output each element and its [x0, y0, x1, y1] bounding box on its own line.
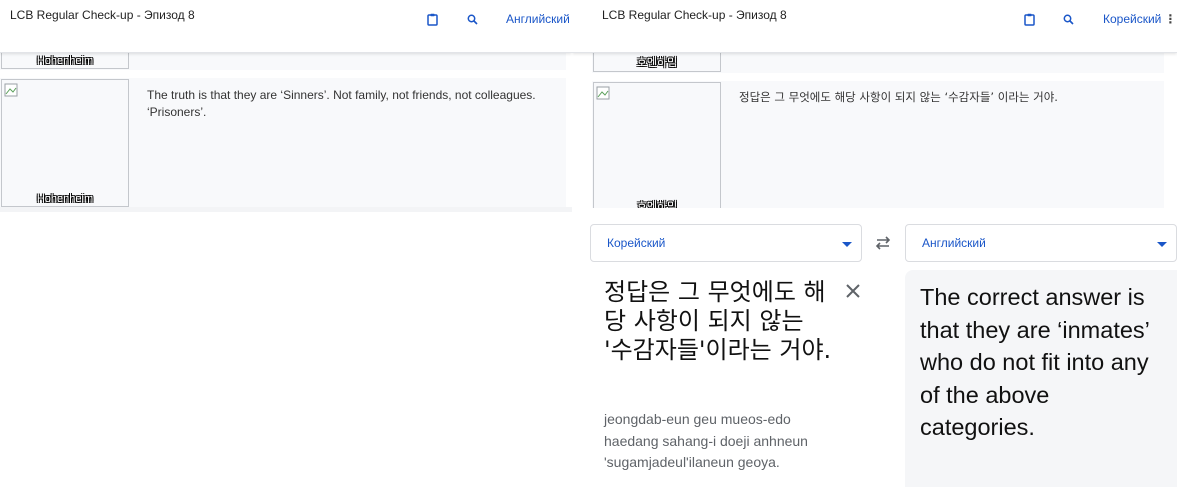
target-language-label: Английский	[922, 236, 986, 250]
transliteration-text: jeongdab-eun geu mueos-edo haedang sahan…	[604, 411, 808, 470]
language-label: Корейский	[1103, 12, 1162, 26]
source-text[interactable]: 정답은 그 무엇에도 해당 사항이 되지 않는 '수감자들'이라는 거야.	[604, 278, 834, 365]
character-caption: Hohenheim	[36, 55, 94, 67]
broken-image-icon	[596, 86, 610, 100]
character-thumbnail: Hohenheim	[1, 79, 129, 207]
language-menu[interactable]: Английский⋮	[506, 12, 572, 26]
more-vertical-icon[interactable]: ⋮	[1164, 12, 1176, 26]
broken-image-icon	[4, 83, 18, 97]
dialogue-text: 정답은 그 무엇에도 해당 사항이 되지 않는 ‘수감자들’ 이라는 거야.	[739, 90, 1058, 104]
right-top-bar: LCB Regular Check-up - Эпизод 8 Корейски…	[572, 0, 1177, 53]
chevron-down-icon	[842, 242, 852, 247]
left-top-bar: LCB Regular Check-up - Эпизод 8 Английск…	[0, 0, 572, 53]
language-label: Английский	[506, 12, 570, 26]
episode-title: LCB Regular Check-up - Эпизод 8	[602, 8, 787, 22]
clipboard-icon[interactable]	[424, 11, 440, 27]
target-language-select[interactable]: Английский	[905, 224, 1177, 262]
swap-icon[interactable]	[874, 235, 892, 251]
character-caption: Hohenheim	[36, 193, 94, 205]
translation-text: The correct answer is that they are ‘inm…	[920, 284, 1150, 440]
source-language-label: Корейский	[607, 236, 666, 250]
line-row: Hohenheim	[0, 41, 566, 70]
character-caption: 호엔하임	[636, 57, 678, 69]
language-menu[interactable]: Корейский ⋮	[1103, 12, 1176, 26]
left-reader-pane: LCB Regular Check-up - Эпизод 8 Английск…	[0, 0, 572, 212]
translator-panel: Корейский Английский 정답은 그 무엇에도 해당 사항이 되…	[572, 208, 1177, 487]
line-row: 호엔하임	[592, 41, 1164, 73]
character-thumbnail: 호엔하임	[593, 82, 721, 212]
close-icon[interactable]	[844, 282, 862, 300]
dialogue-text: The truth is that they are ‘Sinners’. No…	[147, 88, 536, 119]
search-icon[interactable]	[1060, 11, 1076, 27]
clipboard-icon[interactable]	[1021, 11, 1037, 27]
divider	[0, 207, 572, 212]
source-language-select[interactable]: Корейский	[590, 224, 862, 262]
right-reader-pane: LCB Regular Check-up - Эпизод 8 Корейски…	[572, 0, 1177, 212]
episode-title: LCB Regular Check-up - Эпизод 8	[10, 8, 195, 22]
search-icon[interactable]	[464, 11, 480, 27]
line-row: 호엔하임 정답은 그 무엇에도 해당 사항이 되지 않는 ‘수감자들’ 이라는 …	[592, 81, 1164, 212]
translation-output: The correct answer is that they are ‘inm…	[905, 270, 1177, 487]
line-row: Hohenheim The truth is that they are ‘Si…	[0, 78, 566, 207]
chevron-down-icon	[1157, 242, 1167, 247]
